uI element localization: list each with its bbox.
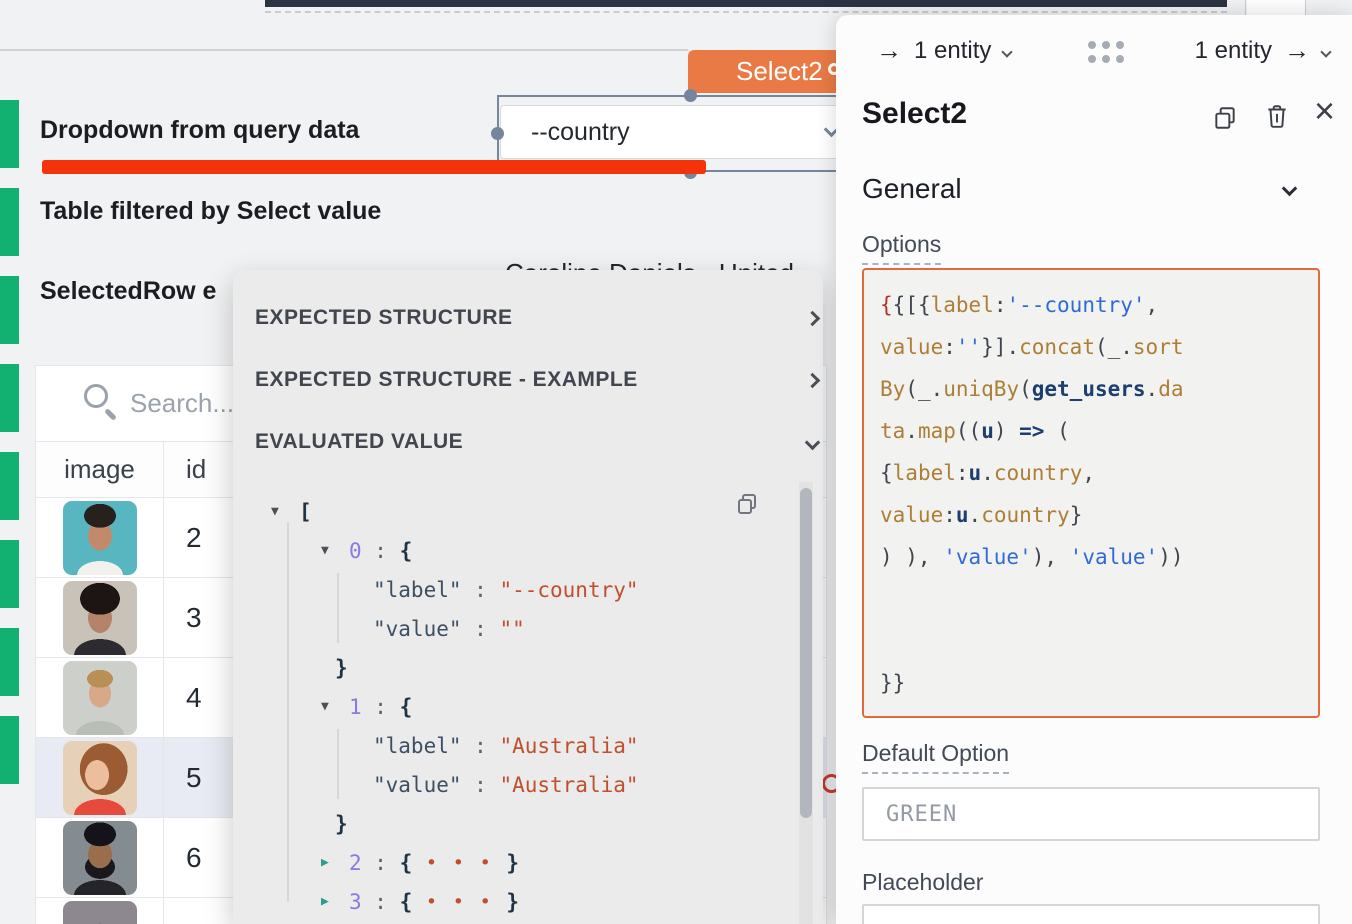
component-indicator-bar (0, 364, 19, 432)
json-tree-line: ▼0 : { (257, 531, 787, 570)
chevron-right-icon (807, 306, 818, 330)
grid-handle-icon[interactable] (1088, 41, 1124, 63)
json-tree-line: ▼1 : { (257, 687, 787, 726)
arrow-right-icon: → (1284, 35, 1310, 66)
code-line: ta.map((u) => ( (880, 410, 1302, 452)
avatar (63, 661, 137, 735)
duplicate-component-icon[interactable] (1212, 105, 1238, 136)
delete-component-icon[interactable] (1264, 103, 1290, 134)
code-line: ) ), 'value'), 'value')) (880, 536, 1302, 578)
inbound-entity-label: 1 entity (914, 37, 991, 65)
avatar (63, 581, 137, 655)
close-panel-icon[interactable]: × (1314, 93, 1335, 129)
avatar-cell (36, 738, 164, 817)
label-table-filtered: Table filtered by Select value (40, 197, 381, 226)
expand-arrow-icon[interactable]: ▶ (321, 855, 349, 870)
expand-arrow-icon[interactable]: ▶ (321, 894, 349, 909)
component-indicator-bar (0, 540, 19, 608)
component-indicator-bar (0, 452, 19, 520)
component-indicator-bar (0, 100, 19, 168)
json-tree-line: "label" : "Australia" (257, 726, 787, 765)
code-line: By(_.uniqBy(get_users.da (880, 368, 1302, 410)
chevron-down-icon[interactable] (1284, 181, 1295, 199)
scrollbar-thumb[interactable] (800, 488, 812, 818)
canvas-gutter (1247, 0, 1305, 15)
grid-dashed-line (265, 11, 1227, 13)
default-option-label: Default Option (862, 740, 1009, 774)
label-selectedrow: SelectedRow e (40, 277, 216, 306)
panel-title: Select2 (862, 97, 967, 131)
column-header-id[interactable]: id (164, 442, 206, 497)
json-tree: ▼[▼0 : {"label" : "--country""value" : "… (257, 492, 787, 921)
outbound-entity-label: 1 entity (1195, 37, 1272, 65)
json-tree-line: "value" : "" (257, 609, 787, 648)
json-tree-line: "value" : "Australia" (257, 765, 787, 804)
json-tree-line: ▶2 : { • • • } (257, 843, 787, 882)
code-line (880, 620, 1302, 662)
component-tag-label: Select2 (736, 56, 823, 87)
arrow-right-icon: → (876, 35, 902, 66)
code-line (880, 578, 1302, 620)
section-evaluated-value[interactable]: EVALUATED VALUE (255, 427, 463, 457)
code-line: {label:u.country, (880, 452, 1302, 494)
default-option-placeholder: GREEN (886, 802, 957, 827)
chevron-down-icon (807, 430, 818, 454)
chevron-down-icon (1003, 35, 1011, 63)
component-border-top (265, 0, 1227, 7)
avatar-cell (36, 578, 164, 657)
country-select-dropdown[interactable]: --country (500, 105, 844, 159)
avatar-cell (36, 498, 164, 577)
avatar-cell (36, 658, 164, 737)
component-indicator-bar (0, 716, 19, 784)
resize-handle-left[interactable] (491, 127, 504, 140)
dropdown-value: --country (531, 118, 630, 147)
collapse-arrow-icon[interactable]: ▼ (321, 699, 349, 714)
code-line: value:''}].concat(_.sort (880, 326, 1302, 368)
avatar (63, 821, 137, 895)
json-tree-line: } (257, 804, 787, 843)
json-tree-line: ▼[ (257, 492, 787, 531)
column-header-image[interactable]: image (36, 442, 164, 497)
drop-indicator-bar (42, 160, 706, 174)
options-code-editor[interactable]: {{[{label:'--country',value:''}].concat(… (862, 268, 1320, 718)
component-indicator-bar (0, 628, 19, 696)
code-line: value:u.country} (880, 494, 1302, 536)
canvas-edge-line (1305, 0, 1306, 15)
default-option-field[interactable]: GREEN (862, 787, 1320, 841)
component-tag-select2[interactable]: Select2 (688, 50, 846, 93)
collapse-arrow-icon[interactable]: ▼ (321, 543, 349, 558)
chevron-down-icon (1322, 35, 1330, 63)
outbound-entity-dropdown[interactable]: 1 entity → (1195, 35, 1330, 66)
code-line: }} (880, 662, 1302, 704)
json-tree-line: "label" : "--country" (257, 570, 787, 609)
general-section-header[interactable]: General (862, 173, 962, 205)
section-expected-structure-example[interactable]: EXPECTED STRUCTURE - EXAMPLE (255, 365, 638, 395)
resize-handle-top[interactable] (684, 89, 697, 102)
app-editor: Select2 --country Dropdown from query da… (0, 0, 1352, 924)
avatar (63, 741, 137, 815)
json-tree-line: ▶3 : { • • • } (257, 882, 787, 921)
evaluation-popup: EXPECTED STRUCTURE EXPECTED STRUCTURE - … (233, 270, 823, 924)
component-top-border (0, 49, 688, 51)
section-expected-structure[interactable]: EXPECTED STRUCTURE (255, 303, 513, 333)
canvas-edge-line (1245, 0, 1246, 15)
inspector-panel: → 1 entity 1 entity → Select2 (836, 15, 1352, 924)
component-indicator-bar (0, 276, 19, 344)
chevron-right-icon (807, 368, 818, 392)
code-line: {{[{label:'--country', (880, 284, 1302, 326)
json-tree-line: } (257, 648, 787, 687)
inbound-entity-dropdown[interactable]: → 1 entity (876, 35, 1011, 66)
placeholder-field[interactable] (862, 904, 1320, 924)
avatar (63, 501, 137, 575)
avatar (63, 901, 137, 924)
placeholder-label: Placeholder (862, 869, 983, 901)
options-label: Options (862, 231, 941, 265)
collapse-arrow-icon[interactable]: ▼ (271, 504, 299, 519)
label-dropdown-from-query: Dropdown from query data (40, 116, 359, 145)
avatar-cell (36, 818, 164, 897)
component-indicator-bar (0, 188, 19, 256)
search-icon (84, 384, 108, 408)
copy-value-icon[interactable] (735, 492, 759, 521)
avatar-cell (36, 898, 164, 924)
